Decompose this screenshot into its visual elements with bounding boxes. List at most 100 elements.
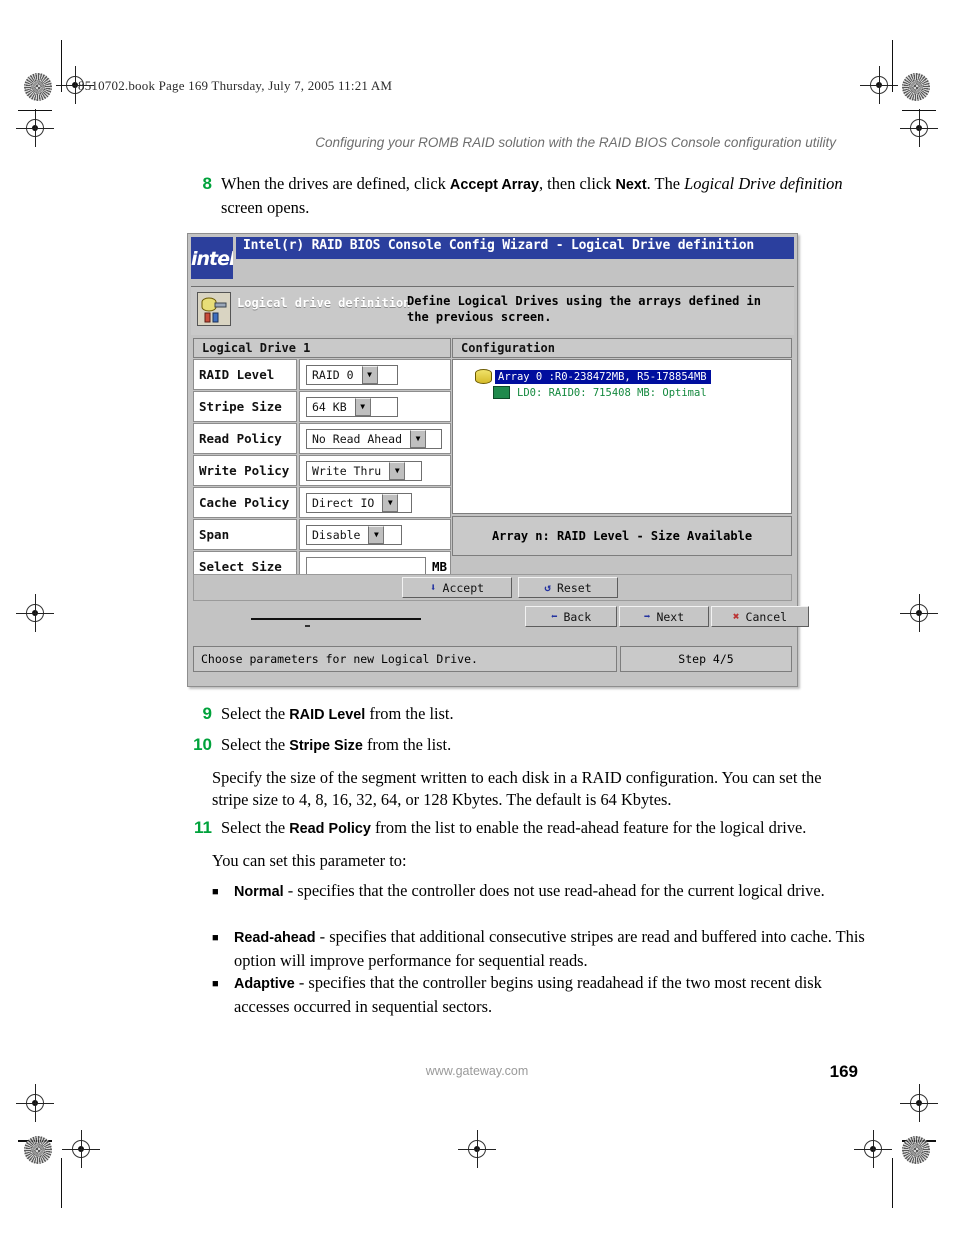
registration-mark-right-middle bbox=[900, 594, 938, 632]
logical-drive-icon bbox=[493, 386, 510, 399]
bios-status-bar: Choose parameters for new Logical Drive.… bbox=[193, 646, 792, 672]
accept-arrow-icon: ⬇ bbox=[429, 581, 437, 594]
step-8-text-4: screen opens. bbox=[221, 197, 310, 217]
raid-bios-console-window: intel Intel(r) RAID BIOS Console Config … bbox=[187, 233, 809, 687]
bullet-normal-desc: - specifies that the controller does not… bbox=[283, 881, 825, 900]
bullet-marker-icon: ■ bbox=[212, 932, 219, 944]
halftone-patch-top-left bbox=[24, 73, 52, 101]
step-8-number: 8 bbox=[202, 174, 212, 193]
step-9-text-1: Select the bbox=[221, 704, 290, 723]
wizard-navigation-toolbar: ⬅ Back ➡ Next ✖ Cancel bbox=[193, 604, 809, 632]
bullet-read-ahead-term: Read-ahead bbox=[234, 930, 316, 946]
chevron-down-icon[interactable]: ▼ bbox=[361, 366, 378, 384]
step-11-intro: You can set this parameter to: bbox=[212, 851, 407, 870]
step-11: 11 Select the Read Policy from the list … bbox=[186, 817, 858, 841]
read-policy-label: Read Policy bbox=[193, 423, 297, 454]
intel-logo-icon: intel bbox=[191, 237, 233, 279]
step-8-text-1: When the drives are defined, click bbox=[221, 174, 450, 193]
tree-item-logical-drive-label: LD0: RAID0: 715408 MB: Optimal bbox=[517, 386, 707, 399]
tree-item-array[interactable]: Array 0 :R0-238472MB, R5-178854MB bbox=[475, 369, 791, 384]
configuration-legend: Array n: RAID Level - Size Available bbox=[452, 516, 792, 556]
configuration-panel-header: Configuration bbox=[452, 338, 792, 358]
bullet-normal-text: Normal - specifies that the controller d… bbox=[234, 880, 825, 904]
cache-policy-dropdown[interactable]: Direct IO ▼ bbox=[306, 493, 412, 513]
step-8-italic-screen-name: Logical Drive definition bbox=[684, 174, 843, 193]
registration-mark-bottom-center bbox=[458, 1130, 496, 1168]
back-button[interactable]: ⬅ Back bbox=[525, 606, 617, 627]
step-10: 10 Select the Stripe Size from the list. bbox=[186, 734, 858, 758]
registration-mark-right-lower bbox=[900, 1084, 938, 1122]
bullet-read-ahead: ■ Read-ahead - specifies that additional… bbox=[212, 926, 872, 971]
next-button[interactable]: ➡ Next bbox=[619, 606, 709, 627]
trim-line-left-upper bbox=[18, 110, 52, 111]
halftone-patch-bottom-right bbox=[902, 1136, 930, 1164]
step-10-explanation: Specify the size of the segment written … bbox=[212, 768, 822, 809]
footer-page-number: 169 bbox=[829, 1062, 858, 1081]
registration-mark-bottom-left bbox=[62, 1130, 100, 1168]
write-policy-dropdown[interactable]: Write Thru ▼ bbox=[306, 461, 422, 481]
chevron-down-icon[interactable]: ▼ bbox=[354, 398, 371, 416]
field-row-span: Span Disable ▼ bbox=[193, 519, 451, 550]
field-row-cache-policy: Cache Policy Direct IO ▼ bbox=[193, 487, 451, 518]
close-icon: ✖ bbox=[732, 610, 740, 623]
step-11-number: 11 bbox=[194, 818, 212, 837]
field-row-raid-level: RAID Level RAID 0 ▼ bbox=[193, 359, 451, 390]
accept-button[interactable]: ⬇ Accept bbox=[402, 577, 512, 598]
stripe-size-label: Stripe Size bbox=[193, 391, 297, 422]
logical-drive-definition-icon bbox=[197, 292, 231, 326]
read-policy-value: No Read Ahead bbox=[312, 432, 403, 446]
step-11-text: Select the Read Policy from the list to … bbox=[221, 817, 858, 841]
bullet-adaptive-text: Adaptive - specifies that the controller… bbox=[234, 972, 872, 1017]
registration-mark-left-lower bbox=[16, 1084, 54, 1122]
arrow-left-icon: ⬅ bbox=[550, 610, 558, 623]
trim-line-bottom-left-vertical bbox=[61, 1158, 62, 1208]
running-head: Configuring your ROMB RAID solution with… bbox=[315, 135, 836, 150]
chevron-down-icon[interactable]: ▼ bbox=[368, 526, 385, 544]
chevron-down-icon[interactable]: ▼ bbox=[389, 462, 406, 480]
logical-drive-panel-header: Logical Drive 1 bbox=[193, 338, 451, 358]
write-policy-label: Write Policy bbox=[193, 455, 297, 486]
raid-level-dropdown[interactable]: RAID 0 ▼ bbox=[306, 365, 398, 385]
bullet-marker-icon: ■ bbox=[212, 886, 219, 898]
step-10-number: 10 bbox=[193, 735, 212, 754]
registration-mark-left-middle bbox=[16, 594, 54, 632]
bios-subheader-description: Define Logical Drives using the arrays d… bbox=[407, 294, 762, 324]
step-8-text: When the drives are defined, click Accep… bbox=[221, 173, 858, 218]
field-row-write-policy: Write Policy Write Thru ▼ bbox=[193, 455, 451, 486]
array-icon bbox=[475, 369, 492, 384]
cancel-button-label: Cancel bbox=[745, 609, 788, 624]
cancel-button[interactable]: ✖ Cancel bbox=[711, 606, 809, 627]
stripe-size-dropdown[interactable]: 64 KB ▼ bbox=[306, 397, 398, 417]
bullet-normal-term: Normal bbox=[234, 884, 284, 900]
reset-button[interactable]: ↺ Reset bbox=[518, 577, 618, 598]
registration-mark-left-upper bbox=[16, 109, 54, 147]
cache-policy-value: Direct IO bbox=[312, 496, 375, 510]
reset-button-label: Reset bbox=[557, 580, 592, 595]
field-row-stripe-size: Stripe Size 64 KB ▼ bbox=[193, 391, 451, 422]
bios-subheader: Logical drive definition Define Logical … bbox=[191, 286, 794, 335]
bullet-adaptive-desc: - specifies that the controller begins u… bbox=[234, 973, 822, 1016]
step-9-text-2: from the list. bbox=[365, 704, 454, 723]
trim-line-bottom-right-vertical bbox=[892, 1158, 893, 1208]
registration-mark-right-upper bbox=[900, 109, 938, 147]
tree-item-logical-drive[interactable]: LD0: RAID0: 715408 MB: Optimal bbox=[493, 385, 791, 400]
span-dropdown[interactable]: Disable ▼ bbox=[306, 525, 402, 545]
field-row-read-policy: Read Policy No Read Ahead ▼ bbox=[193, 423, 451, 454]
tree-item-array-label: Array 0 :R0-238472MB, R5-178854MB bbox=[495, 369, 711, 384]
raid-level-value: RAID 0 bbox=[312, 368, 354, 382]
read-policy-dropdown[interactable]: No Read Ahead ▼ bbox=[306, 429, 442, 449]
trim-line-top-left-vertical bbox=[61, 40, 62, 92]
step-8-bold-accept-array: Accept Array bbox=[449, 177, 539, 193]
bullet-read-ahead-text: Read-ahead - specifies that additional c… bbox=[234, 926, 872, 971]
step-8-text-2: , then click bbox=[538, 174, 616, 193]
trim-line-top-right-vertical bbox=[892, 40, 893, 92]
halftone-patch-bottom-left bbox=[24, 1136, 52, 1164]
chevron-down-icon[interactable]: ▼ bbox=[410, 430, 427, 448]
book-info-line: 8510702.book Page 169 Thursday, July 7, … bbox=[78, 78, 393, 93]
configuration-tree[interactable]: Array 0 :R0-238472MB, R5-178854MB LD0: R… bbox=[452, 359, 792, 514]
bullet-adaptive: ■ Adaptive - specifies that the controll… bbox=[212, 972, 872, 1017]
nav-divider-rule bbox=[251, 618, 421, 620]
chevron-down-icon[interactable]: ▼ bbox=[382, 494, 399, 512]
stripe-size-field: 64 KB ▼ bbox=[299, 391, 451, 422]
step-11-bold-read-policy: Read Policy bbox=[289, 821, 371, 837]
